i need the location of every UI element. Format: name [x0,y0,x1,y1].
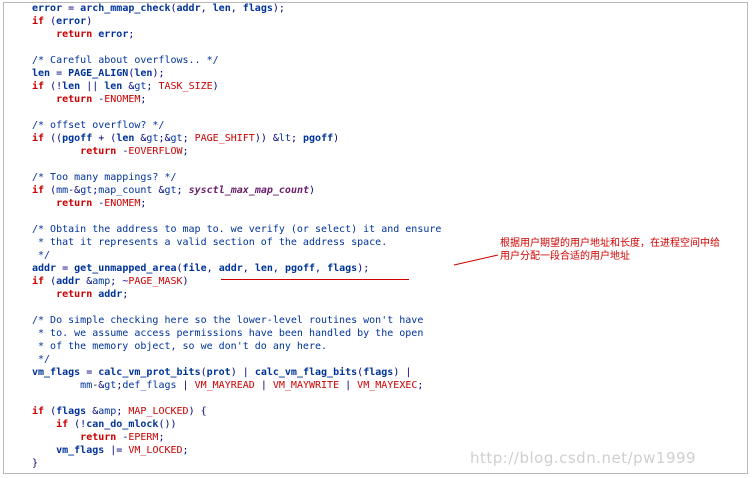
code-line: error = arch_mmap_check(addr, len, flags… [32,3,285,14]
code-line: * that it represents a valid section of … [32,237,388,248]
code-line: return -ENOMEM; [56,198,147,209]
code-line: /* Too many mappings? */ [32,172,177,183]
watermark-url: http://blog.csdn.net/pw1999 [470,449,697,467]
code-line: } [32,458,39,469]
code-line: if (addr &amp; ~PAGE_MASK) [32,276,189,287]
code-line: * to. we assume access permissions have … [32,328,424,339]
annotation-line-2: 用户分配一段合适的用户地址 [500,251,630,262]
code-line: return -EPERM; [80,432,165,443]
code-line: len = PAGE_ALIGN(len); [32,68,165,79]
code-line: /* Careful about overflows.. */ [32,55,219,66]
code-line: addr = get_unmapped_area(file, addr, len… [32,263,370,274]
code-line: return addr; [56,289,129,300]
code-line: /* Do simple checking here so the lower-… [32,315,424,326]
code-line: return -ENOMEM; [56,94,147,105]
code-line: return -EOVERFLOW; [80,146,189,157]
code-listing: error = arch_mmap_check(addr, len, flags… [32,2,441,470]
code-line: if (error) [32,16,93,27]
code-line: return error; [56,29,135,40]
code-line: if (mm-&gt;map_count &gt; sysctl_max_map… [32,185,316,196]
code-line: /* offset overflow? */ [32,120,165,131]
code-line: */ [32,354,51,365]
annotation-line-1: 根据用户期望的用户地址和长度，在进程空间中给 [500,238,720,249]
annotation-note: 根据用户期望的用户地址和长度，在进程空间中给 用户分配一段合适的用户地址 [500,237,740,263]
code-line: /* Obtain the address to map to. we veri… [32,224,442,235]
code-line: if (!can_do_mlock()) [56,419,177,430]
annotation-underline [221,279,409,280]
code-line: * of the memory object, so we don't do a… [32,341,328,352]
code-line: if (flags &amp; MAP_LOCKED) { [32,406,207,417]
annotation-pointer-line [453,254,499,266]
code-line: */ [32,250,51,261]
code-line: vm_flags = calc_vm_prot_bits(prot) | cal… [32,367,412,378]
code-line: mm-&gt;def_flags | VM_MAYREAD | VM_MAYWR… [80,380,424,391]
code-line: if ((pgoff + (len &gt;&gt; PAGE_SHIFT)) … [32,133,340,144]
code-line: vm_flags |= VM_LOCKED; [56,445,189,456]
code-line: if (!len || len &gt; TASK_SIZE) [32,81,219,92]
